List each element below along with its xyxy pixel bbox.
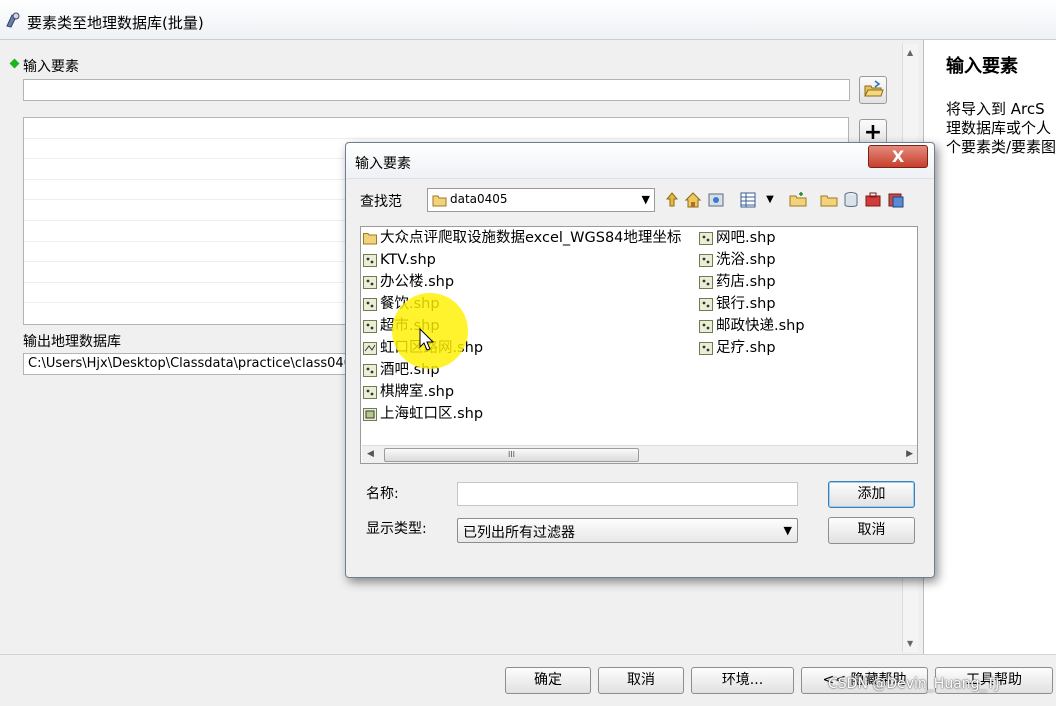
title-bar: 要素类至地理数据库(批量)	[0, 0, 1056, 40]
input-features-field[interactable]	[23, 79, 850, 101]
file-item[interactable]: 大众点评爬取设施数据excel_WGS84地理坐标	[361, 228, 681, 249]
file-item[interactable]: 洗浴.shp	[697, 250, 776, 271]
database-icon[interactable]	[841, 190, 861, 210]
connect-folder-icon[interactable]	[706, 190, 726, 210]
view-list-icon[interactable]	[738, 190, 758, 210]
point-shapefile-icon	[363, 363, 377, 377]
file-item[interactable]: 足疗.shp	[697, 338, 776, 359]
close-icon: X	[891, 147, 905, 166]
file-name: 办公楼.shp	[380, 274, 455, 290]
file-type-label: 显示类型:	[366, 521, 427, 537]
file-name: 邮政快递.shp	[716, 318, 805, 334]
watermark: CSDN @Devin_Huang_TJ	[828, 676, 1000, 692]
file-type-value: 已列出所有过滤器	[463, 525, 575, 541]
look-in-value: data0405	[450, 192, 508, 206]
file-item[interactable]: 网吧.shp	[697, 228, 776, 249]
line-shapefile-icon	[363, 341, 377, 355]
point-shapefile-icon	[699, 253, 713, 267]
file-name: 银行.shp	[716, 296, 776, 312]
file-item[interactable]: 邮政快递.shp	[697, 316, 805, 337]
help-body: 将导入到 ArcS 理数据库或个人 个要素类/要素图	[946, 100, 1056, 157]
cancel-button[interactable]: 取消	[598, 667, 684, 694]
arctoolbox-tool-icon	[6, 12, 20, 28]
help-panel: 输入要素 将导入到 ArcS 理数据库或个人 个要素类/要素图	[923, 40, 1056, 654]
output-gdb-field[interactable]: C:\Users\Hjx\Desktop\Classdata\practice\…	[23, 353, 353, 375]
up-one-level-icon[interactable]	[662, 190, 682, 210]
home-icon[interactable]	[683, 190, 703, 210]
file-item[interactable]: 棋牌室.shp	[361, 382, 454, 403]
file-name: 足疗.shp	[716, 340, 776, 356]
input-features-label: 输入要素	[23, 59, 79, 75]
file-item[interactable]: 药店.shp	[697, 272, 776, 293]
chevron-down-icon: ▼	[641, 193, 650, 206]
look-in-dropdown[interactable]: data0405 ▼	[427, 188, 655, 212]
name-input[interactable]	[457, 482, 798, 506]
output-gdb-label: 输出地理数据库	[23, 334, 121, 350]
file-item[interactable]: KTV.shp	[361, 250, 436, 271]
file-name: 棋牌室.shp	[380, 384, 455, 400]
help-title: 输入要素	[946, 56, 1018, 77]
file-name: 上海虹口区.shp	[380, 406, 484, 422]
file-name: 药店.shp	[716, 274, 776, 290]
mouse-pointer-icon	[419, 328, 435, 351]
dialog-title-bar: 输入要素 X	[346, 143, 934, 179]
file-item[interactable]: 银行.shp	[697, 294, 776, 315]
point-shapefile-icon	[363, 275, 377, 289]
folder-icon	[363, 231, 377, 245]
browse-button[interactable]	[859, 76, 887, 104]
file-name: KTV.shp	[380, 252, 436, 268]
dialog-cancel-button[interactable]: 取消	[828, 517, 915, 544]
horizontal-scrollbar[interactable]: ◀ III ▶	[362, 445, 917, 463]
name-label: 名称:	[366, 486, 399, 502]
window-title: 要素类至地理数据库(批量)	[27, 14, 204, 32]
point-shapefile-icon	[363, 297, 377, 311]
toolbox-icon[interactable]	[863, 190, 883, 210]
file-name: 大众点评爬取设施数据excel_WGS84地理坐标	[380, 230, 682, 246]
scroll-up-arrow-icon[interactable]: ▲	[907, 48, 913, 57]
point-shapefile-icon	[363, 385, 377, 399]
point-shapefile-icon	[363, 253, 377, 267]
scrollbar-thumb[interactable]: III	[384, 448, 639, 462]
catalog-icon[interactable]	[886, 190, 906, 210]
point-shapefile-icon	[699, 231, 713, 245]
point-shapefile-icon	[699, 341, 713, 355]
add-button[interactable]: 添加	[828, 481, 915, 508]
folder-icon	[432, 195, 447, 207]
help-line: 个要素类/要素图	[946, 138, 1056, 156]
view-options-chevron-icon[interactable]: ▼	[760, 190, 780, 210]
ok-button[interactable]: 确定	[505, 667, 591, 694]
scroll-down-arrow-icon[interactable]: ▼	[907, 639, 913, 648]
file-name: 洗浴.shp	[716, 252, 776, 268]
dialog-title: 输入要素	[355, 156, 411, 172]
file-type-dropdown[interactable]: 已列出所有过滤器 ▼	[457, 518, 798, 543]
scroll-left-arrow-icon[interactable]: ◀	[367, 449, 374, 459]
point-shapefile-icon	[363, 319, 377, 333]
close-button[interactable]: X	[868, 145, 928, 168]
file-item[interactable]: 上海虹口区.shp	[361, 404, 483, 425]
chevron-down-icon: ▼	[783, 524, 792, 537]
scroll-right-arrow-icon[interactable]: ▶	[906, 449, 913, 459]
point-shapefile-icon	[699, 275, 713, 289]
help-line: 将导入到 ArcS	[946, 100, 1045, 118]
file-name: 网吧.shp	[716, 230, 776, 246]
list-row	[24, 118, 848, 139]
file-item[interactable]: 办公楼.shp	[361, 272, 454, 293]
look-in-label: 查找范	[360, 194, 402, 210]
polygon-shapefile-icon	[363, 407, 377, 421]
new-folder-icon[interactable]	[788, 190, 808, 210]
help-line: 理数据库或个人	[946, 119, 1052, 137]
environments-button[interactable]: 环境...	[691, 667, 794, 694]
point-shapefile-icon	[699, 319, 713, 333]
folder-icon[interactable]	[819, 190, 839, 210]
point-shapefile-icon	[699, 297, 713, 311]
open-folder-icon	[864, 80, 884, 97]
